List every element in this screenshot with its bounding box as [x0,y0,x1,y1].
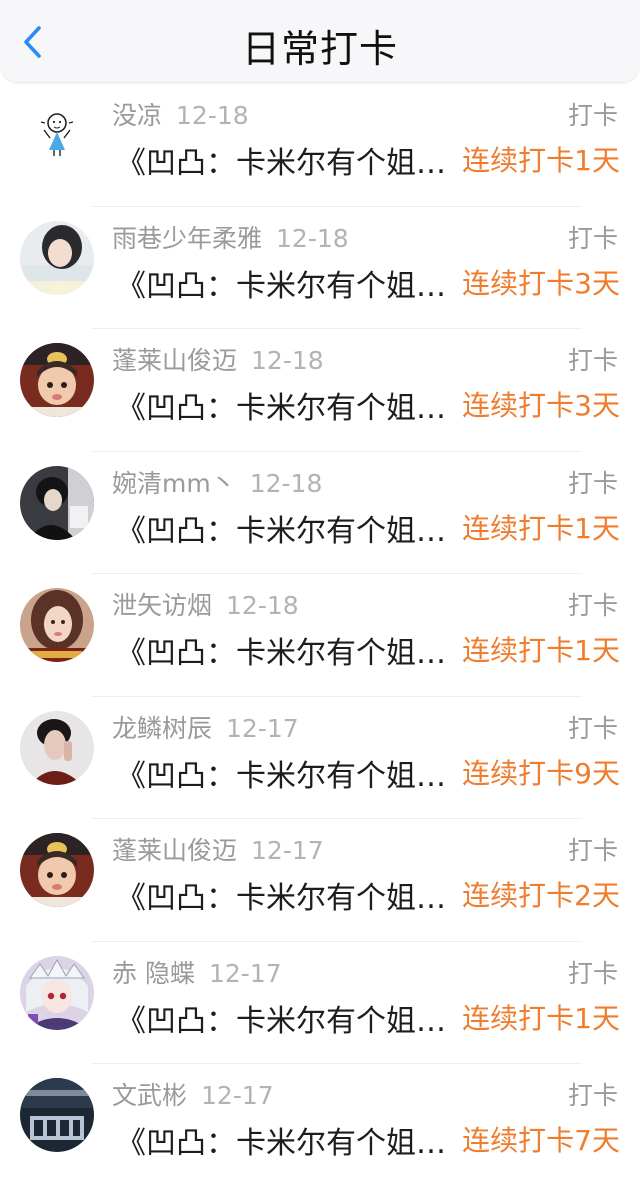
user-name[interactable]: 文武彬 [112,1081,187,1110]
avatar-image [20,343,94,417]
checkin-book-title[interactable]: 《凹凸：卡米尔有个姐… [116,506,448,550]
user-meta: 赤 隐蝶 12-17 [112,954,282,990]
avatar[interactable] [20,220,94,295]
user-name[interactable]: 婉清mm丶 [112,469,236,498]
user-name[interactable]: 赤 隐蝶 [112,959,195,988]
checkin-action-label: 打卡 [567,1081,618,1110]
user-name[interactable]: 龙鳞树辰 [112,714,212,743]
list-item[interactable]: 泄矢访烟 12-18 打卡 《凹凸：卡米尔有个姐… 连续打卡1天 [0,574,640,697]
avatar-image [20,220,94,295]
list-item[interactable]: 雨巷少年柔雅 12-18 打卡 《凹凸：卡米尔有个姐… 连续打卡3天 [0,207,640,329]
avatar[interactable] [20,343,94,417]
list-item[interactable]: 没凉 12-18 打卡 《凹凸：卡米尔有个姐… 连续打卡1天 [0,84,640,207]
user-meta: 雨巷少年柔雅 12-18 [112,219,349,255]
checkin-action-label: 打卡 [567,958,618,988]
avatar-image [20,588,94,662]
checkin-date: 12-18 [226,591,299,620]
avatar[interactable] [20,98,94,172]
avatar[interactable] [20,588,94,662]
user-meta: 蓬莱山俊迈 12-18 [112,341,324,377]
list-item[interactable]: 文武彬 12-17 打卡 《凹凸：卡米尔有个姐… 连续打卡7天 [0,1064,640,1184]
user-meta: 泄矢访烟 12-18 [112,586,299,622]
user-meta: 龙鳞树辰 12-17 [112,709,299,745]
avatar[interactable] [20,710,94,785]
avatar-image [20,955,94,1030]
avatar-image [20,98,94,172]
user-name[interactable]: 蓬莱山俊迈 [112,346,237,375]
user-meta: 文武彬 12-17 [112,1076,274,1112]
avatar[interactable] [20,465,94,540]
checkin-action-label: 打卡 [567,223,618,253]
checkin-book-title[interactable]: 《凹凸：卡米尔有个姐… [116,751,448,795]
avatar[interactable] [20,833,94,907]
checkin-action-label: 打卡 [567,346,618,375]
avatar-image [20,1078,94,1152]
streak-count: 连续打卡1天 [462,1001,620,1035]
avatar-image [20,465,94,540]
checkin-book-title[interactable]: 《凹凸：卡米尔有个姐… [116,873,448,917]
page-title: 日常打卡 [241,27,398,71]
list-item[interactable]: 赤 隐蝶 12-17 打卡 《凹凸：卡米尔有个姐… 连续打卡1天 [0,942,640,1064]
checkin-date: 12-18 [251,346,324,375]
checkin-list: 没凉 12-18 打卡 《凹凸：卡米尔有个姐… 连续打卡1天 雨巷少年柔雅 12- [0,84,640,1184]
streak-count: 连续打卡9天 [462,756,620,790]
user-name[interactable]: 雨巷少年柔雅 [112,224,262,253]
checkin-date: 12-18 [176,101,249,130]
checkin-book-title[interactable]: 《凹凸：卡米尔有个姐… [116,383,448,427]
list-item[interactable]: 蓬莱山俊迈 12-17 打卡 《凹凸：卡米尔有个姐… 连续打卡2天 [0,819,640,942]
checkin-date: 12-18 [276,223,349,253]
checkin-book-title[interactable]: 《凹凸：卡米尔有个姐… [116,996,448,1040]
checkin-date: 12-17 [208,958,282,988]
streak-count: 连续打卡7天 [462,1124,620,1157]
list-item[interactable]: 龙鳞树辰 12-17 打卡 《凹凸：卡米尔有个姐… 连续打卡9天 [0,697,640,819]
avatar[interactable] [20,955,94,1030]
checkin-action-label: 打卡 [567,468,618,498]
checkin-book-title[interactable]: 《凹凸：卡米尔有个姐… [116,628,448,672]
checkin-date: 12-17 [251,836,324,865]
user-name[interactable]: 蓬莱山俊迈 [112,836,237,865]
user-name[interactable]: 泄矢访烟 [112,591,212,620]
streak-count: 连续打卡3天 [462,389,620,422]
nav-header: 日常打卡 [0,0,640,83]
streak-count: 连续打卡1天 [462,511,620,545]
checkin-book-title[interactable]: 《凹凸：卡米尔有个姐… [116,1118,448,1162]
user-name[interactable]: 没凉 [112,101,162,130]
list-item[interactable]: 婉清mm丶 12-18 打卡 《凹凸：卡米尔有个姐… 连续打卡1天 [0,452,640,574]
list-item[interactable]: 蓬莱山俊迈 12-18 打卡 《凹凸：卡米尔有个姐… 连续打卡3天 [0,329,640,452]
checkin-action-label: 打卡 [567,101,618,130]
checkin-screen: 日常打卡 没凉 12-18 打卡 《凹凸：卡米尔有个姐… 连续打卡1天 雨巷少年… [0,0,640,1184]
checkin-book-title[interactable]: 《凹凸：卡米尔有个姐… [116,138,448,182]
checkin-date: 12-17 [226,713,299,743]
checkin-book-title[interactable]: 《凹凸：卡米尔有个姐… [116,261,448,305]
avatar-image [20,833,94,907]
user-meta: 没凉 12-18 [112,96,249,132]
streak-count: 连续打卡1天 [462,634,620,667]
user-meta: 蓬莱山俊迈 12-17 [112,831,324,867]
streak-count: 连续打卡3天 [462,266,620,300]
checkin-action-label: 打卡 [567,713,618,743]
streak-count: 连续打卡1天 [462,144,620,177]
checkin-date: 12-17 [201,1081,274,1110]
streak-count: 连续打卡2天 [462,879,620,912]
checkin-action-label: 打卡 [567,591,618,620]
avatar-image [20,710,94,785]
avatar[interactable] [20,1078,94,1152]
checkin-action-label: 打卡 [567,836,618,865]
user-meta: 婉清mm丶 12-18 [112,464,322,500]
checkin-date: 12-18 [249,468,323,498]
